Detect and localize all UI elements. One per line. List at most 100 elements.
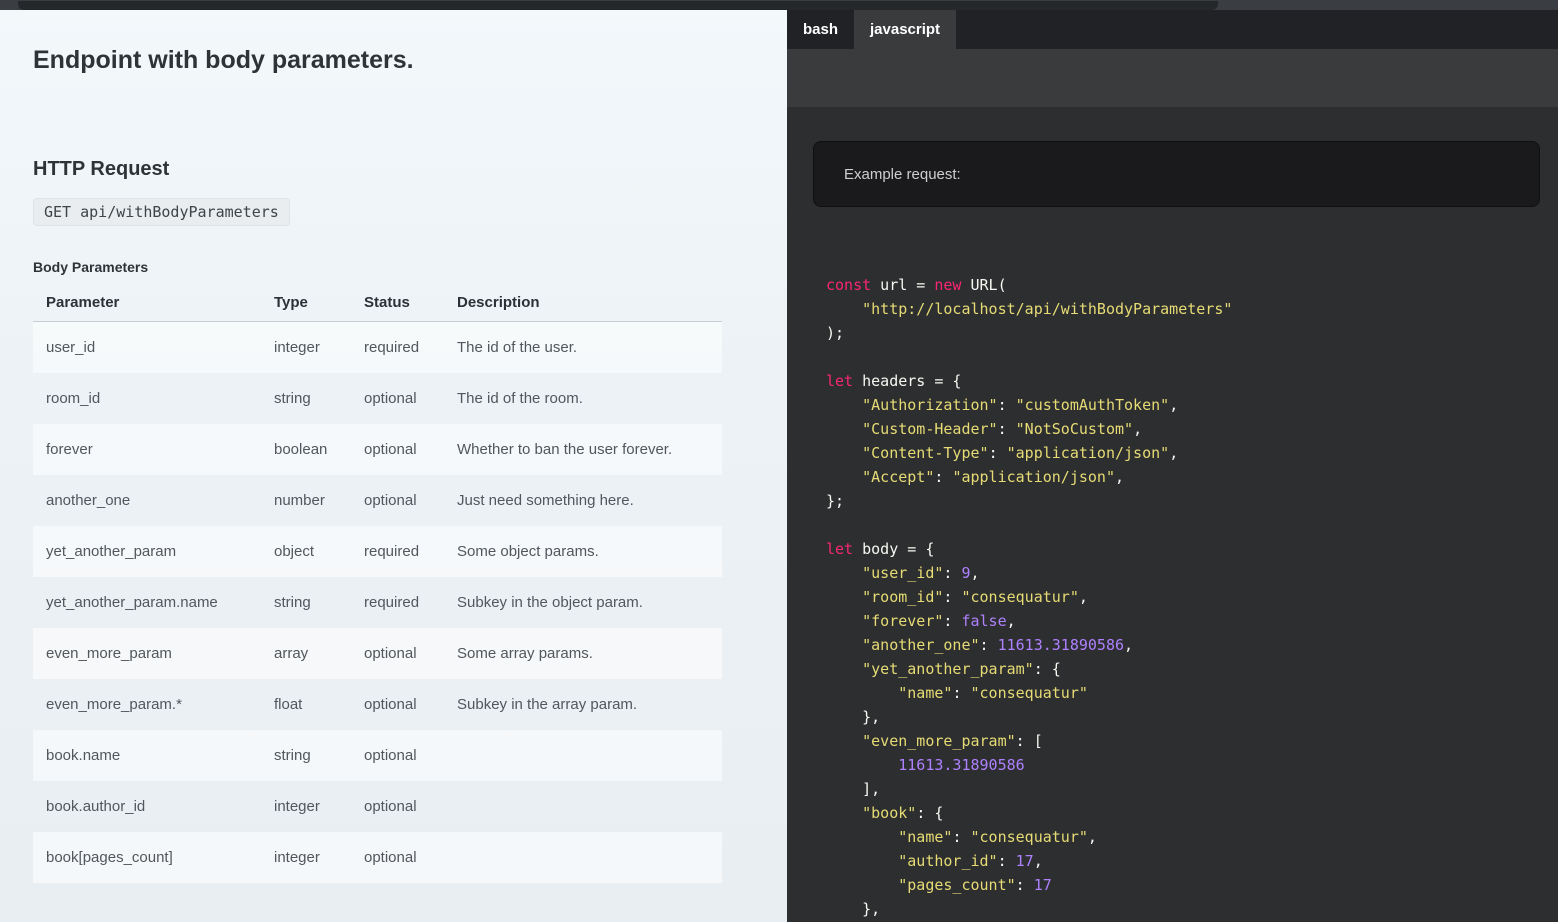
code-line: "Authorization": "customAuthToken",: [826, 393, 1558, 417]
cell-description: Subkey in the array param.: [457, 679, 722, 730]
scrollbar-thumb[interactable]: [18, 1, 1218, 10]
cell-status: optional: [364, 781, 457, 832]
cell-parameter: even_more_param.*: [33, 679, 274, 730]
cell-type: object: [274, 526, 364, 577]
cell-type: boolean: [274, 424, 364, 475]
cell-status: required: [364, 577, 457, 628]
endpoint-badge-wrap: GET api/withBodyParameters: [33, 198, 754, 226]
table-row: even_more_paramarrayoptionalSome array p…: [33, 628, 722, 679]
code-line: "room_id": "consequatur",: [826, 585, 1558, 609]
body-parameters-label: Body Parameters: [33, 259, 754, 275]
cell-description: The id of the user.: [457, 322, 722, 374]
cell-status: optional: [364, 424, 457, 475]
code-line: "Content-Type": "application/json",: [826, 441, 1558, 465]
tab-javascript[interactable]: javascript: [854, 10, 956, 49]
column-header-parameter: Parameter: [33, 291, 274, 322]
cell-status: optional: [364, 475, 457, 526]
cell-parameter: book.name: [33, 730, 274, 781]
code-line: "book": {: [826, 801, 1558, 825]
cell-type: string: [274, 373, 364, 424]
code-line: "pages_count": 17: [826, 873, 1558, 897]
code-line: "name": "consequatur",: [826, 825, 1558, 849]
table-row: book.author_idintegeroptional: [33, 781, 722, 832]
cell-description: [457, 781, 722, 832]
code-line: },: [826, 897, 1558, 921]
body-parameters-table: Parameter Type Status Description user_i…: [33, 291, 722, 883]
table-row: user_idintegerrequiredThe id of the user…: [33, 322, 722, 374]
code-line: let body = {: [826, 537, 1558, 561]
endpoint-method-badge: GET api/withBodyParameters: [33, 198, 290, 226]
table-row: yet_another_param.namestringrequiredSubk…: [33, 577, 722, 628]
code-line: },: [826, 705, 1558, 729]
http-request-heading: HTTP Request: [33, 157, 754, 181]
example-request-label: Example request:: [844, 166, 961, 183]
cell-status: optional: [364, 628, 457, 679]
code-line: const url = new URL(: [826, 273, 1558, 297]
cell-parameter: even_more_param: [33, 628, 274, 679]
code-line: );: [826, 321, 1558, 345]
cell-type: string: [274, 577, 364, 628]
cell-type: array: [274, 628, 364, 679]
table-header-row: Parameter Type Status Description: [33, 291, 722, 322]
code-line: ],: [826, 777, 1558, 801]
cell-parameter: yet_another_param: [33, 526, 274, 577]
column-header-description: Description: [457, 291, 722, 322]
cell-type: integer: [274, 781, 364, 832]
code-line: "author_id": 17,: [826, 849, 1558, 873]
code-line: "Accept": "application/json",: [826, 465, 1558, 489]
cell-parameter: book.author_id: [33, 781, 274, 832]
cell-status: required: [364, 526, 457, 577]
code-line: [826, 345, 1558, 369]
page-title: Endpoint with body parameters.: [33, 45, 754, 75]
code-line: "yet_another_param": {: [826, 657, 1558, 681]
cell-description: Subkey in the object param.: [457, 577, 722, 628]
docs-page: Endpoint with body parameters. HTTP Requ…: [0, 0, 1558, 922]
table-row: another_onenumberoptionalJust need somet…: [33, 475, 722, 526]
cell-type: number: [274, 475, 364, 526]
code-line: "Custom-Header": "NotSoCustom",: [826, 417, 1558, 441]
code-line: "http://localhost/api/withBodyParameters…: [826, 297, 1558, 321]
cell-type: string: [274, 730, 364, 781]
cell-type: float: [274, 679, 364, 730]
code-block: const url = new URL( "http://localhost/a…: [826, 273, 1558, 921]
cell-description: Just need something here.: [457, 475, 722, 526]
cell-type: integer: [274, 832, 364, 883]
cell-description: Some object params.: [457, 526, 722, 577]
table-row: room_idstringoptionalThe id of the room.: [33, 373, 722, 424]
cell-parameter: room_id: [33, 373, 274, 424]
cell-description: [457, 730, 722, 781]
code-line: "forever": false,: [826, 609, 1558, 633]
table-row: even_more_param.*floatoptionalSubkey in …: [33, 679, 722, 730]
code-line: "user_id": 9,: [826, 561, 1558, 585]
tab-bash[interactable]: bash: [787, 10, 854, 49]
column-header-status: Status: [364, 291, 457, 322]
cell-type: integer: [274, 322, 364, 374]
code-line: 11613.31890586: [826, 753, 1558, 777]
cell-parameter: user_id: [33, 322, 274, 374]
code-line: [826, 513, 1558, 537]
example-request-box: Example request:: [813, 141, 1540, 207]
cell-parameter: another_one: [33, 475, 274, 526]
cell-status: required: [364, 322, 457, 374]
table-row: yet_another_paramobjectrequiredSome obje…: [33, 526, 722, 577]
language-tab-bar: bashjavascript: [787, 10, 1558, 49]
cell-description: Some array params.: [457, 628, 722, 679]
cell-description: [457, 832, 722, 883]
table-body: user_idintegerrequiredThe id of the user…: [33, 322, 722, 884]
code-line: "even_more_param": [: [826, 729, 1558, 753]
table-row: foreverbooleanoptionalWhether to ban the…: [33, 424, 722, 475]
horizontal-scrollbar[interactable]: [0, 0, 1558, 10]
cell-status: optional: [364, 373, 457, 424]
code-line: "another_one": 11613.31890586,: [826, 633, 1558, 657]
cell-status: optional: [364, 730, 457, 781]
cell-description: Whether to ban the user forever.: [457, 424, 722, 475]
language-band: [787, 49, 1558, 107]
code-line: "name": "consequatur": [826, 681, 1558, 705]
cell-description: The id of the room.: [457, 373, 722, 424]
cell-parameter: forever: [33, 424, 274, 475]
code-line: let headers = {: [826, 369, 1558, 393]
code-example-panel: bashjavascript Example request: const ur…: [787, 10, 1558, 922]
docs-content-panel: Endpoint with body parameters. HTTP Requ…: [0, 10, 787, 922]
cell-parameter: yet_another_param.name: [33, 577, 274, 628]
code-line: };: [826, 489, 1558, 513]
